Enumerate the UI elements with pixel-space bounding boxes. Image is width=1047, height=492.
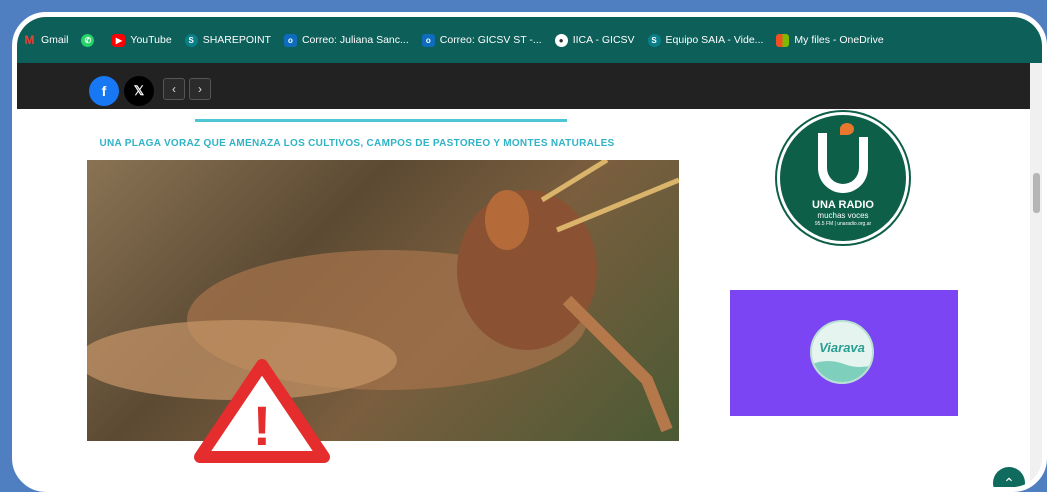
viarava-wave-icon: [812, 361, 872, 382]
sharepoint-icon: S: [184, 33, 198, 47]
prev-button[interactable]: ‹: [163, 78, 185, 100]
gmail-icon: M: [24, 33, 35, 47]
viarava-banner[interactable]: Viarava: [730, 290, 958, 416]
facebook-share-button[interactable]: f: [89, 76, 119, 106]
outlook-icon: o: [283, 33, 297, 47]
bookmark-youtube[interactable]: ▶ YouTube: [112, 33, 172, 47]
radio-slogan: muchas voces: [817, 211, 869, 220]
radio-name: UNA RADIO: [812, 199, 874, 211]
radio-accent-mark: [840, 123, 854, 135]
una-radio-logo[interactable]: UNA RADIO muchas voces 95.5 FM | unaradi…: [777, 112, 909, 244]
microsoft-icon: [776, 33, 790, 47]
x-icon: 𝕏: [133, 83, 145, 98]
youtube-icon: ▶: [112, 33, 126, 47]
sharepoint-icon: S: [647, 33, 661, 47]
whatsapp-icon: ✆: [81, 33, 95, 47]
divider-line: [195, 119, 567, 122]
chevron-right-icon: ›: [198, 82, 202, 96]
globe-icon: ●: [554, 33, 568, 47]
bookmark-whatsapp[interactable]: ✆: [81, 33, 99, 47]
bookmark-correo-gicsv[interactable]: o Correo: GICSV ST -...: [421, 33, 542, 47]
next-button[interactable]: ›: [189, 78, 211, 100]
grasshopper-illustration: [87, 160, 679, 433]
bookmark-iica[interactable]: ● IICA - GICSV: [554, 33, 635, 47]
grasshopper-image: [87, 160, 679, 441]
article-subtitle: UNA PLAGA VORAZ QUE AMENAZA LOS CULTIVOS…: [99, 138, 615, 149]
x-share-button[interactable]: 𝕏: [124, 76, 154, 106]
bookmark-sharepoint[interactable]: S SHAREPOINT: [184, 33, 271, 47]
warning-icon: !: [194, 359, 330, 463]
bookmark-gmail[interactable]: M Gmail: [23, 33, 69, 47]
bookmark-equipo-saia[interactable]: S Equipo SAIA - Vide...: [647, 33, 763, 47]
browser-window: M Gmail ✆ ▶ YouTube S SHAREPOINT o Correo: J…: [12, 12, 1047, 492]
scroll-top-button[interactable]: ⌃: [993, 467, 1025, 491]
svg-text:!: !: [253, 394, 272, 457]
chevron-left-icon: ‹: [172, 82, 176, 96]
bookmarks-bar: M Gmail ✆ ▶ YouTube S SHAREPOINT o Correo: J…: [17, 17, 1042, 63]
outlook-icon: o: [421, 33, 435, 47]
bookmark-correo-juliana[interactable]: o Correo: Juliana Sanc...: [283, 33, 409, 47]
chevron-up-icon: ⌃: [1003, 474, 1015, 491]
scrollbar[interactable]: [1030, 63, 1042, 487]
scrollbar-thumb[interactable]: [1033, 173, 1040, 213]
facebook-icon: f: [101, 83, 107, 99]
radio-small-text: 95.5 FM | unaradio.org.ar: [814, 221, 872, 227]
viarava-logo: Viarava: [810, 320, 874, 384]
bookmark-onedrive[interactable]: My files - OneDrive: [776, 33, 884, 47]
radio-u-letter: [818, 133, 868, 193]
